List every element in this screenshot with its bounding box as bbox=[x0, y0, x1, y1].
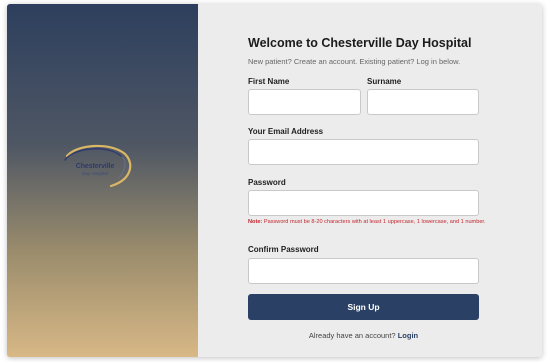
login-link[interactable]: Login bbox=[398, 331, 418, 340]
email-input[interactable] bbox=[248, 139, 479, 165]
first-name-label: First Name bbox=[248, 77, 290, 86]
hospital-logo: Chesterville Day Hospital bbox=[59, 140, 133, 188]
surname-input[interactable] bbox=[367, 89, 479, 115]
page-subtitle: New patient? Create an account. Existing… bbox=[248, 57, 461, 66]
form-panel: Welcome to Chesterville Day Hospital New… bbox=[198, 4, 542, 357]
login-prompt: Already have an account? bbox=[308, 331, 396, 340]
confirm-password-input[interactable] bbox=[248, 258, 479, 284]
logo-name: Chesterville bbox=[75, 163, 115, 170]
brand-panel: Chesterville Day Hospital bbox=[7, 4, 198, 357]
surname-label: Surname bbox=[367, 77, 402, 86]
password-note: Note: Password must be 8-20 characters w… bbox=[248, 219, 488, 226]
logo-subtitle: Day Hospital bbox=[82, 171, 108, 176]
note-prefix: Note: bbox=[248, 219, 263, 225]
page-title: Welcome to Chesterville Day Hospital bbox=[248, 36, 472, 50]
login-prompt-line: Already have an account? Login bbox=[248, 331, 479, 340]
sign-up-button[interactable]: Sign Up bbox=[248, 294, 479, 320]
first-name-input[interactable] bbox=[248, 89, 361, 115]
password-label: Password bbox=[248, 178, 286, 187]
confirm-password-label: Confirm Password bbox=[248, 245, 319, 254]
note-text: Password must be 8-20 characters with at… bbox=[262, 219, 486, 225]
signup-window: Chesterville Day Hospital Welcome to Che… bbox=[7, 4, 542, 357]
email-label: Your Email Address bbox=[248, 127, 324, 136]
password-input[interactable] bbox=[248, 190, 479, 216]
